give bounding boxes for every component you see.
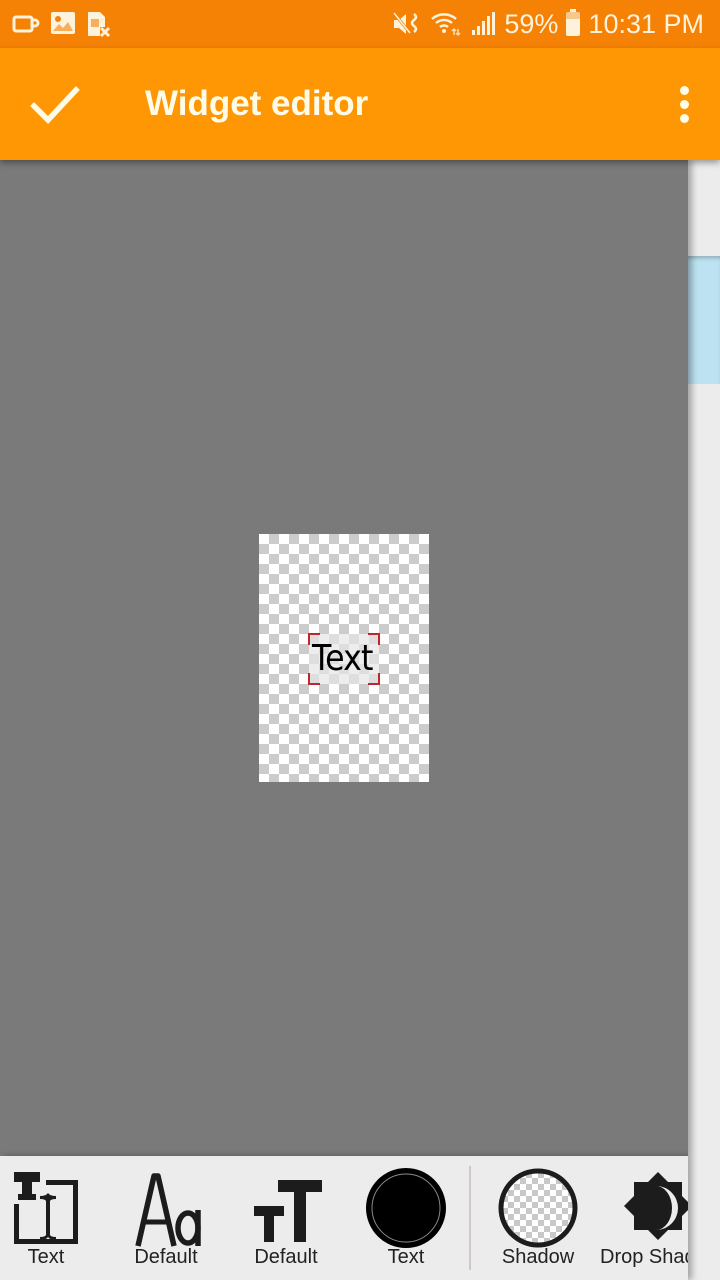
tool-text-color-label: Text [387, 1246, 425, 1268]
more-vert-icon [679, 86, 689, 95]
selection-handle-top-left[interactable] [308, 633, 320, 645]
tool-font-size[interactable]: Default [240, 1156, 332, 1280]
image-notification-icon [51, 12, 75, 34]
tool-drop-shadow[interactable]: Drop Shadow [600, 1156, 688, 1280]
tool-shadow-color[interactable]: Shadow [492, 1156, 584, 1280]
wifi-icon [431, 13, 461, 37]
font-family-icon [135, 1173, 201, 1247]
tool-text-label: Text [27, 1246, 65, 1268]
tool-drop-shadow-label: Drop Shadow [600, 1246, 688, 1268]
clock: 10:31 PM [588, 8, 704, 39]
shadow-color-swatch-icon [498, 1168, 578, 1248]
confirm-button[interactable] [24, 74, 88, 134]
mute-vibrate-icon [393, 12, 418, 34]
tool-font-family-label: Default [134, 1246, 198, 1268]
text-element-label: Text [312, 638, 373, 679]
text-color-swatch-icon [366, 1168, 446, 1248]
battery-percent: 59% [504, 8, 559, 39]
status-bar: 59% 10:31 PM [0, 0, 720, 48]
drop-shadow-icon [624, 1172, 688, 1240]
signal-icon [472, 12, 496, 35]
tool-shadow-color-label: Shadow [501, 1246, 575, 1268]
toolbar-divider [469, 1166, 471, 1270]
battery-icon [566, 9, 581, 36]
selection-handle-bottom-right[interactable] [368, 673, 380, 685]
text-element[interactable]: Text [308, 633, 380, 685]
overflow-menu-button[interactable] [672, 82, 696, 130]
selection-handle-bottom-left[interactable] [308, 673, 320, 685]
cup-notification-icon [12, 15, 40, 33]
bottom-toolbar: Text Default Default Text Shadow Drop Sh… [0, 1156, 688, 1280]
side-panel-peek[interactable] [688, 160, 720, 1280]
check-icon [30, 86, 80, 124]
font-size-icon [254, 1180, 322, 1242]
app-bar: Widget editor [0, 48, 720, 160]
tool-font-size-label: Default [254, 1246, 318, 1268]
selection-handle-top-right[interactable] [368, 633, 380, 645]
tool-font-family[interactable]: Default [120, 1156, 212, 1280]
page-title: Widget editor [145, 84, 369, 123]
sim-blocked-icon [88, 12, 111, 38]
tool-text-color[interactable]: Text [360, 1156, 452, 1280]
tool-text[interactable]: Text [0, 1156, 92, 1280]
text-edit-icon [14, 1172, 78, 1244]
side-panel-highlight [688, 256, 720, 384]
widget-canvas[interactable]: Text [259, 534, 429, 782]
